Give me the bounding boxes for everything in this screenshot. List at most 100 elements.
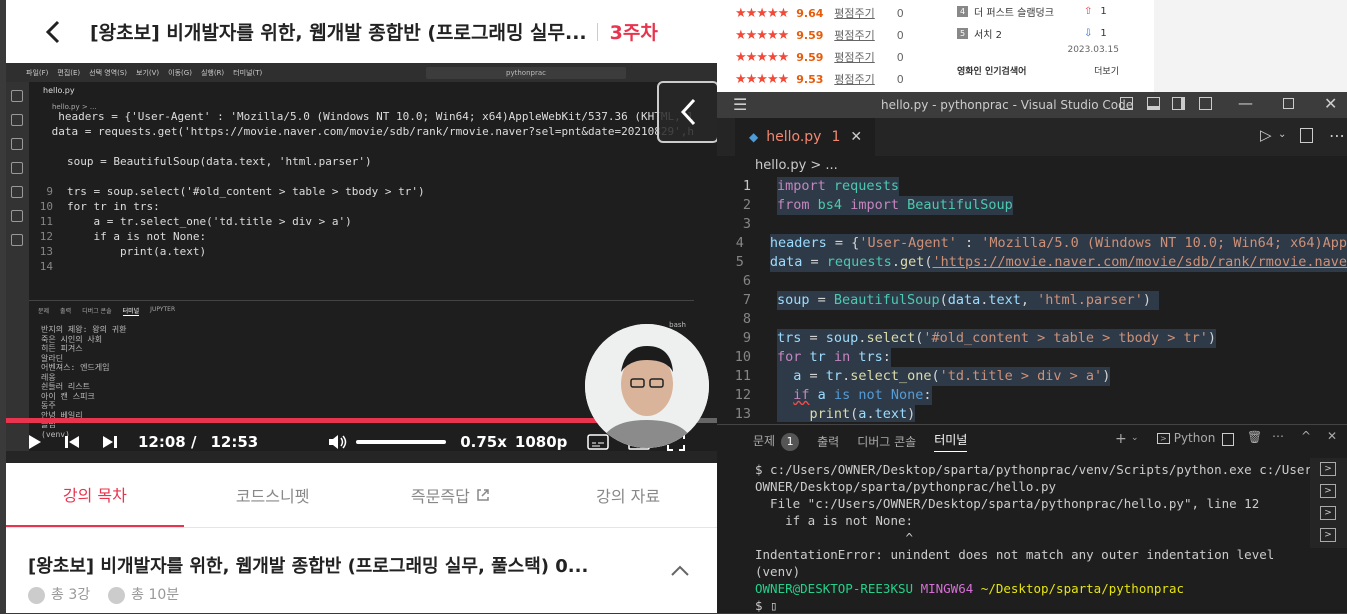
speed-button[interactable]: 0.75x — [460, 433, 507, 451]
embedded-tab: hello.py — [29, 82, 99, 100]
terminal-icon[interactable]: > — [1320, 506, 1336, 520]
rating-row: ★★★★★ 9.64 평점주기 0 — [735, 5, 904, 21]
play-button[interactable] — [26, 434, 42, 450]
menu-icon[interactable]: ☰ — [733, 95, 747, 114]
more-actions-icon[interactable]: ⋯ — [1329, 126, 1345, 145]
run-icon[interactable]: ▷ — [1260, 126, 1272, 144]
previous-slide-button[interactable] — [657, 81, 717, 143]
rank-date: 2023.03.15 — [1067, 45, 1119, 55]
star-rating-icon: ★★★★★ — [735, 5, 789, 21]
chevron-down-icon[interactable]: ⌄ — [1131, 433, 1139, 443]
editor-tab[interactable]: ◆ hello.py 1 ✕ — [735, 118, 875, 156]
rate-link[interactable]: 평점주기 — [834, 27, 874, 43]
maximize-icon[interactable] — [1283, 98, 1294, 109]
embedded-activity-bar — [6, 82, 29, 463]
close-tab-icon[interactable]: ✕ — [850, 129, 862, 145]
terminal-selector[interactable]: > Python — [1157, 431, 1215, 445]
embedded-bash-label: bash — [669, 321, 686, 329]
menu-run: 실행(R) — [200, 68, 225, 77]
code-line: 6 — [742, 273, 751, 289]
rating-score: 9.53 — [796, 72, 824, 86]
previous-button[interactable] — [64, 434, 80, 450]
rating-count: 0 — [896, 6, 904, 20]
tab-toc[interactable]: 강의 목차 — [6, 463, 184, 527]
panel-toggle-icon[interactable] — [1147, 97, 1160, 110]
terminal-icon[interactable]: > — [1320, 462, 1336, 476]
instructor-webcam — [585, 324, 709, 448]
desktop-background — [1154, 0, 1347, 92]
close-panel-icon[interactable]: ✕ — [1327, 429, 1337, 443]
terminal-output[interactable]: $ c:/Users/OWNER/Desktop/sparta/pythonpr… — [755, 461, 1327, 614]
menu-go: 이동(G) — [168, 68, 192, 77]
panel-tab-output[interactable]: 출력 — [817, 433, 839, 450]
volume-icon — [329, 435, 347, 449]
sidebar-toggle-icon[interactable] — [1172, 97, 1185, 110]
volume-slider[interactable] — [356, 440, 447, 444]
subtitles-button[interactable] — [587, 434, 610, 450]
lecture-count-text: 총 3강 — [51, 587, 91, 603]
customize-layout-icon[interactable] — [1199, 97, 1212, 110]
rank-item[interactable]: 5 서치 2 ⇩ 1 — [957, 22, 1131, 44]
quality-button[interactable]: 1080p — [515, 433, 568, 451]
rate-link[interactable]: 평점주기 — [834, 71, 874, 87]
chevron-down-icon[interactable]: ⌄ — [1278, 129, 1286, 140]
more-actions-icon[interactable]: ⋯ — [1272, 429, 1284, 443]
chevron-up-icon[interactable]: ^ — [1301, 429, 1311, 443]
layout-icon[interactable] — [1120, 97, 1133, 110]
code-line: 8 — [742, 311, 751, 327]
collapse-button[interactable] — [670, 562, 690, 581]
back-button[interactable] — [42, 17, 64, 47]
terminal-icon[interactable]: > — [1320, 484, 1336, 498]
current-time: 12:08 / — [138, 433, 197, 451]
close-icon[interactable]: ✕ — [1324, 94, 1337, 113]
embedded-code-line: 9 trs = soup.select('#old_content > table… — [46, 185, 425, 198]
rating-row: ★★★★★ 9.59 평점주기 0 — [735, 27, 904, 43]
volume-button[interactable] — [328, 433, 348, 451]
arrow-up-icon: ⇧ — [1084, 5, 1093, 17]
chevron-left-icon — [46, 20, 60, 43]
section-title: [왕초보] 비개발자를 위한, 웹개발 종합반 (프로그래밍 실무, 풀스택) … — [28, 556, 589, 577]
tab-problem-count: 1 — [831, 129, 841, 145]
trash-icon[interactable]: 🗑 — [1247, 430, 1262, 444]
code-line: 4 headers = {'User-Agent' : 'Mozilla/5.0 … — [735, 234, 1347, 253]
add-terminal-icon[interactable]: + — [1115, 431, 1127, 447]
embedded-code-line — [29, 169, 694, 184]
tab-materials[interactable]: 강의 자료 — [539, 463, 717, 527]
rank-name: 서치 2 — [974, 29, 1002, 41]
rank-item[interactable]: 4 더 퍼스트 슬램덩크 ⇧ 1 — [957, 0, 1131, 22]
editor-tabs: ◆ hello.py 1 ✕ ▷ ⌄ ⋯ — [717, 118, 1347, 156]
code-line: 10 for tr in trs: — [734, 348, 891, 367]
vscode-titlebar: ☰ hello.py - pythonprac - Visual Studio … — [717, 92, 1347, 118]
next-button[interactable] — [102, 434, 118, 450]
tab-code-snippet[interactable]: 코드스니펫 — [184, 463, 362, 527]
panel-tab-terminal[interactable]: 터미널 — [934, 431, 968, 452]
split-terminal-icon[interactable] — [1222, 433, 1234, 446]
split-editor-icon[interactable] — [1300, 128, 1313, 143]
problem-badge: 1 — [781, 433, 800, 451]
code-line: 2 from bs4 import BeautifulSoup — [742, 196, 1013, 215]
instructor-avatar — [585, 324, 709, 448]
terminal-icon[interactable]: > — [1320, 528, 1336, 542]
embedded-panel-tab: 출력 — [60, 308, 72, 315]
editor-breadcrumb[interactable]: hello.py > ... — [755, 158, 838, 173]
rate-link[interactable]: 평점주기 — [834, 49, 874, 65]
embedded-code-line: 11 a = tr.select_one('td.title > div > a… — [39, 215, 352, 228]
star-rating-icon: ★★★★★ — [735, 27, 789, 43]
rate-link[interactable]: 평점주기 — [834, 5, 874, 21]
rating-score: 9.59 — [796, 28, 824, 42]
code-line: 1 import requests — [742, 177, 899, 196]
panel-tab-problems[interactable]: 문제 1 — [753, 432, 800, 451]
embedded-panel-tab: 터미널 — [122, 308, 140, 316]
panel-tab-debug[interactable]: 디버그 콘솔 — [857, 433, 916, 450]
skip-back-icon — [65, 436, 79, 448]
menu-terminal: 터미널(T) — [233, 68, 263, 77]
code-editor[interactable]: 1 import requests 2 from bs4 import Beauti… — [717, 177, 1347, 422]
video-player[interactable]: 파일(F) 편집(E) 선택 영역(S) 보기(V) 이동(G) 실행(R) 터… — [6, 63, 717, 463]
tab-qna-label: 즉문즉답 — [410, 487, 470, 506]
rating-count: 0 — [896, 28, 904, 42]
tab-qna[interactable]: 즉문즉답 — [362, 463, 540, 527]
browser-ratings-panel: ★★★★★ 9.64 평점주기 0 ★★★★★ 9.59 평점주기 0 ★★★★★ 9.59 평… — [717, 0, 1154, 92]
more-link[interactable]: 더보기 — [1094, 64, 1119, 77]
embedded-code-line: data = requests.get('https://movie.naver… — [51, 125, 694, 138]
minimize-icon[interactable]: — — [1238, 94, 1253, 112]
